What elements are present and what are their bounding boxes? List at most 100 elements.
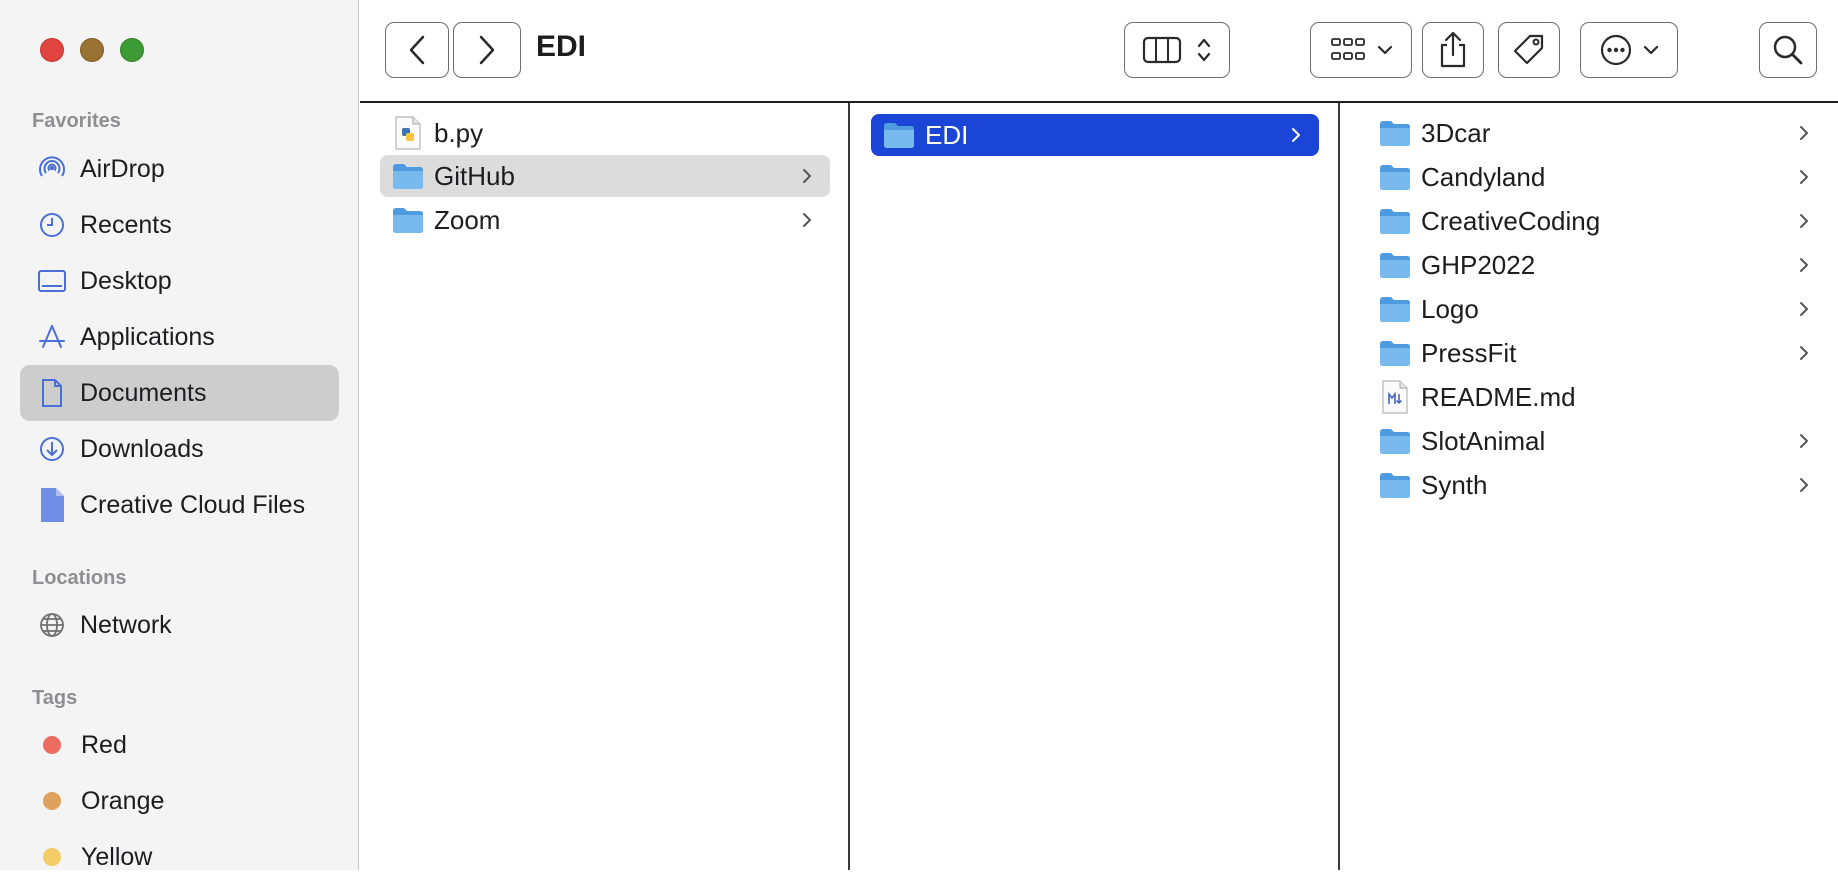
- sidebar-section-favorites: Favorites: [32, 110, 121, 132]
- chevron-right-icon: [1800, 346, 1808, 360]
- chevron-right-icon: [1800, 126, 1808, 140]
- folder-icon: [1380, 253, 1410, 278]
- folder-row-logo[interactable]: Logo: [1367, 288, 1827, 330]
- folder-icon: [1380, 297, 1410, 322]
- sidebar-tag-red[interactable]: Red: [20, 717, 339, 773]
- file-icon: [36, 488, 68, 522]
- browser-column-3: 3Dcar Candyland CreativeCoding GHP2022 L…: [1341, 103, 1838, 870]
- sidebar-tag-orange[interactable]: Orange: [20, 773, 339, 829]
- chevron-right-icon: [803, 169, 811, 183]
- folder-icon: [1380, 429, 1410, 454]
- minimize-window-button[interactable]: [80, 38, 104, 62]
- sidebar-item-documents[interactable]: Documents: [20, 365, 339, 421]
- sidebar-item-creative-cloud-files[interactable]: Creative Cloud Files: [20, 477, 339, 533]
- sidebar-item-network[interactable]: Network: [20, 597, 339, 653]
- chevron-right-icon: [803, 213, 811, 227]
- markdown-file-icon: [1382, 380, 1408, 414]
- zoom-window-button[interactable]: [120, 38, 144, 62]
- airdrop-icon: [36, 153, 68, 185]
- ellipsis-circle-icon: [1600, 34, 1632, 66]
- file-name: README.md: [1421, 381, 1576, 412]
- sidebar-item-label: Applications: [80, 322, 215, 351]
- folder-name: GitHub: [434, 160, 515, 191]
- folder-icon: [1380, 209, 1410, 234]
- folder-row-edi[interactable]: EDI: [871, 114, 1319, 156]
- folder-row-github[interactable]: GitHub: [380, 155, 830, 197]
- folder-icon: [1380, 121, 1410, 146]
- share-icon: [1440, 31, 1466, 68]
- folder-name: 3Dcar: [1421, 117, 1491, 148]
- folder-row-ghp2022[interactable]: GHP2022: [1367, 244, 1827, 286]
- tag-color-dot: [43, 736, 61, 754]
- folder-icon: [393, 164, 423, 189]
- folder-name: SlotAnimal: [1421, 425, 1546, 456]
- sidebar-item-label: Network: [80, 610, 172, 639]
- forward-button[interactable]: [453, 22, 521, 78]
- sidebar: Favorites AirDrop Recents Desktop Applic…: [0, 0, 359, 871]
- sidebar-item-label: Documents: [80, 378, 207, 407]
- tag-color-dot: [43, 792, 61, 810]
- chevron-right-icon: [1292, 128, 1300, 142]
- grid-icon: [1331, 38, 1365, 60]
- folder-name: Zoom: [434, 204, 501, 235]
- file-name: b.py: [434, 117, 484, 148]
- share-button[interactable]: [1422, 22, 1484, 78]
- folder-icon: [1380, 341, 1410, 366]
- folder-name: EDI: [925, 119, 969, 150]
- file-row-b-py[interactable]: b.py: [380, 112, 830, 154]
- folder-name: Synth: [1421, 469, 1488, 500]
- window-title: EDI: [536, 30, 587, 63]
- folder-row-slotanimal[interactable]: SlotAnimal: [1367, 420, 1827, 462]
- folder-row-creativecoding[interactable]: CreativeCoding: [1367, 200, 1827, 242]
- folder-icon: [1380, 473, 1410, 498]
- chevron-right-icon: [1800, 478, 1808, 492]
- tag-color-dot: [43, 848, 61, 866]
- close-window-button[interactable]: [40, 38, 64, 62]
- folder-name: CreativeCoding: [1421, 205, 1601, 236]
- folder-row-zoom[interactable]: Zoom: [380, 199, 830, 241]
- sidebar-section-tags: Tags: [32, 687, 78, 709]
- back-button[interactable]: [385, 22, 449, 78]
- folder-name: GHP2022: [1421, 249, 1536, 280]
- group-by-button[interactable]: [1310, 22, 1412, 78]
- sidebar-tag-yellow[interactable]: Yellow: [20, 829, 339, 885]
- folder-icon: [393, 208, 423, 233]
- view-mode-button[interactable]: [1124, 22, 1230, 78]
- folder-row-candyland[interactable]: Candyland: [1367, 156, 1827, 198]
- chevron-right-icon: [1800, 170, 1808, 184]
- sidebar-item-downloads[interactable]: Downloads: [20, 421, 339, 477]
- column-view-icon: [1142, 36, 1182, 64]
- sidebar-item-recents[interactable]: Recents: [20, 197, 339, 253]
- file-row-readme[interactable]: README.md: [1367, 376, 1827, 418]
- folder-row-pressfit[interactable]: PressFit: [1367, 332, 1827, 374]
- browser-column-2: EDI: [851, 103, 1340, 870]
- chevron-right-icon: [1800, 434, 1808, 448]
- download-icon: [36, 433, 68, 465]
- sidebar-item-label: Red: [81, 730, 127, 759]
- chevron-down-icon: [1377, 45, 1393, 55]
- sidebar-section-locations: Locations: [32, 567, 127, 589]
- chevron-right-icon: [1800, 214, 1808, 228]
- folder-row-3dcar[interactable]: 3Dcar: [1367, 112, 1827, 154]
- globe-icon: [36, 609, 68, 641]
- search-icon: [1773, 35, 1803, 65]
- chevron-up-down-icon: [1197, 38, 1211, 62]
- more-actions-button[interactable]: [1580, 22, 1678, 78]
- desktop-icon: [36, 265, 68, 297]
- chevron-right-icon: [479, 35, 495, 65]
- python-file-icon: [395, 116, 421, 150]
- search-button[interactable]: [1759, 22, 1817, 78]
- chevron-right-icon: [1800, 258, 1808, 272]
- sidebar-item-airdrop[interactable]: AirDrop: [20, 141, 339, 197]
- sidebar-item-label: Downloads: [80, 434, 204, 463]
- folder-name: Candyland: [1421, 161, 1546, 192]
- sidebar-item-label: Creative Cloud Files: [80, 490, 306, 519]
- folder-row-synth[interactable]: Synth: [1367, 464, 1827, 506]
- tags-button[interactable]: [1498, 22, 1560, 78]
- sidebar-item-label: Recents: [80, 210, 172, 239]
- folder-name: Logo: [1421, 293, 1479, 324]
- sidebar-item-desktop[interactable]: Desktop: [20, 253, 339, 309]
- sidebar-item-applications[interactable]: Applications: [20, 309, 339, 365]
- chevron-left-icon: [409, 35, 425, 65]
- sidebar-item-label: Desktop: [80, 266, 172, 295]
